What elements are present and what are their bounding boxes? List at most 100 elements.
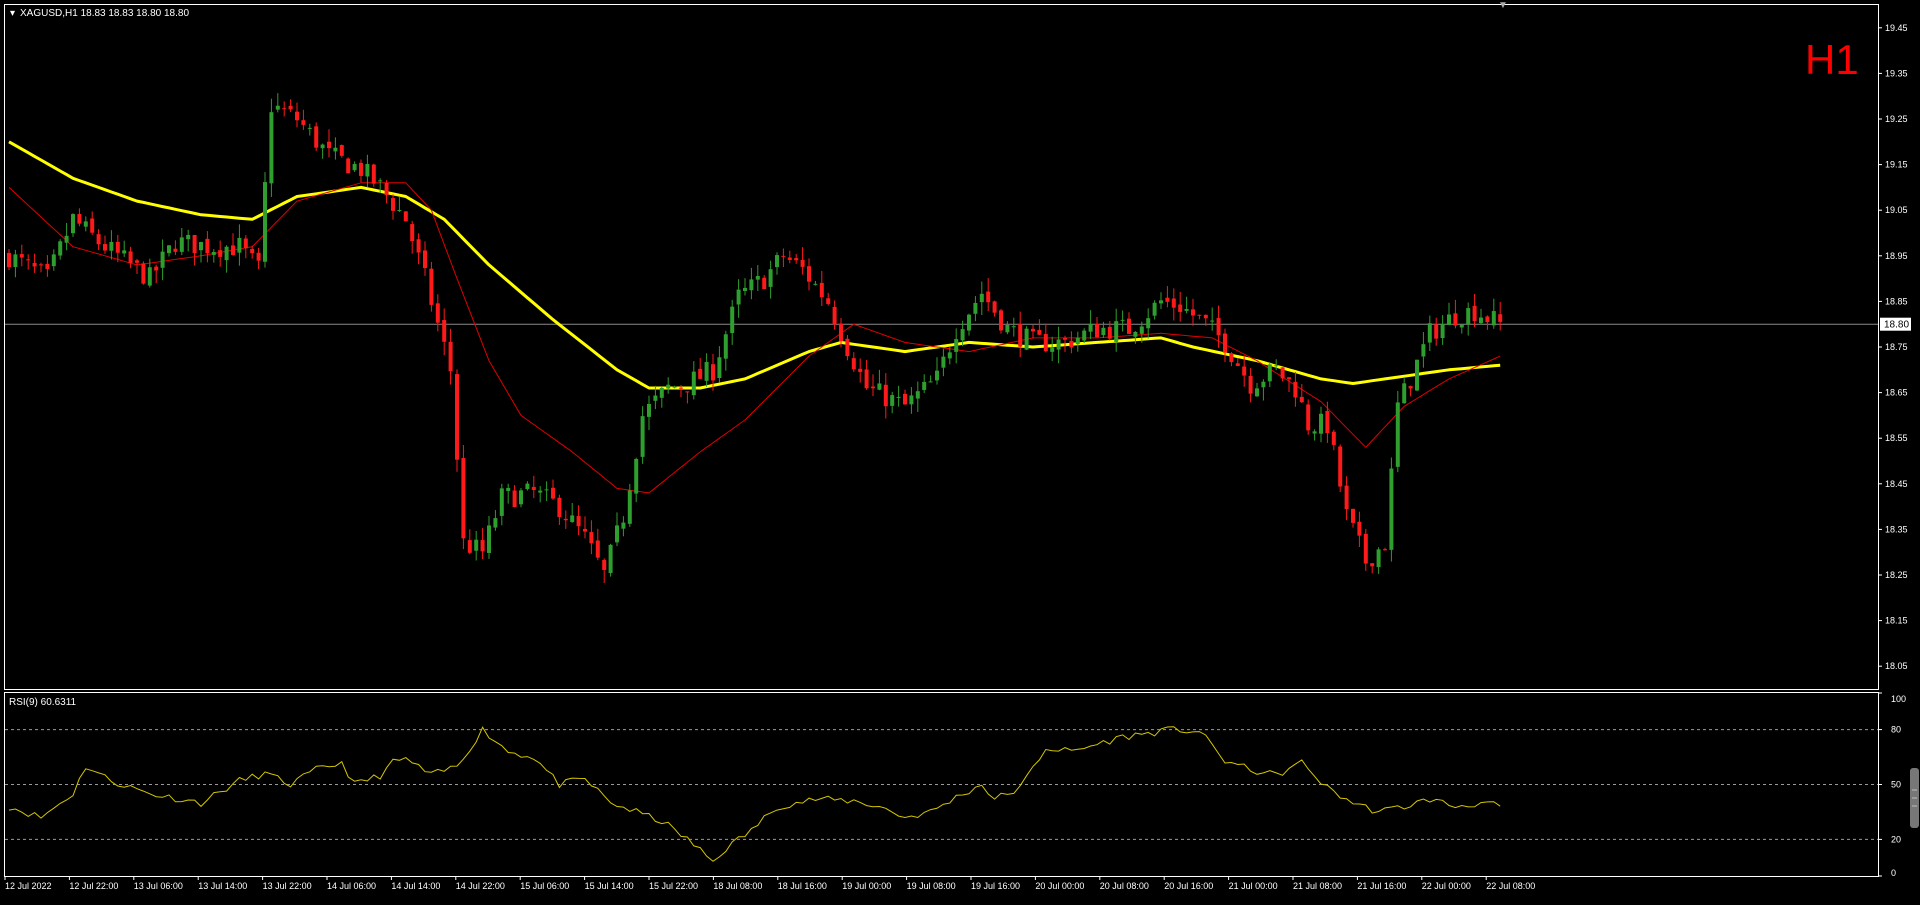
- candle-body: [1120, 319, 1125, 321]
- candle-body: [1440, 323, 1445, 338]
- time-tick-label: 22 Jul 08:00: [1486, 881, 1535, 891]
- candle-body: [1127, 318, 1131, 334]
- candle-body: [1165, 297, 1170, 302]
- candle-body: [608, 544, 613, 574]
- candle-body: [410, 224, 415, 242]
- candle-body: [1203, 314, 1208, 319]
- candle-body: [167, 245, 171, 254]
- candle-body: [813, 283, 818, 285]
- candle-body: [141, 263, 146, 284]
- candle-body: [1223, 333, 1227, 353]
- collapse-arrow-icon[interactable]: ▾: [10, 8, 15, 19]
- candle-body: [1159, 300, 1163, 304]
- candle-body: [45, 263, 50, 269]
- candle-body: [1255, 388, 1259, 397]
- candle-body: [1306, 404, 1311, 431]
- candle-body: [1152, 302, 1157, 316]
- candle-body: [403, 211, 408, 222]
- candle-body: [551, 487, 555, 499]
- candle-body: [218, 250, 223, 257]
- candle-body: [1088, 323, 1093, 332]
- candle-body: [1114, 321, 1119, 342]
- candle-body: [992, 301, 997, 313]
- rsi-tick-label: 20: [1891, 834, 1901, 844]
- candle-body: [160, 251, 165, 268]
- candle-body: [736, 289, 741, 305]
- candle-body: [109, 241, 114, 251]
- candle-body: [570, 515, 575, 523]
- candle-body: [1344, 485, 1349, 510]
- candle-body: [1261, 381, 1266, 388]
- candle-body: [1338, 446, 1343, 487]
- candle-body: [1216, 318, 1221, 336]
- candle-body: [871, 386, 875, 389]
- candle-body: [275, 105, 280, 110]
- candle-body: [1242, 366, 1247, 376]
- candle-body: [1191, 309, 1195, 316]
- candle-body: [1376, 549, 1381, 568]
- candle-body: [1210, 320, 1215, 322]
- candle-body: [173, 248, 178, 252]
- scrollbar-handle[interactable]: [1910, 768, 1919, 828]
- candle-body: [1402, 383, 1407, 404]
- candle-body: [666, 384, 671, 389]
- candle-body: [1139, 326, 1144, 334]
- price-tick-label: 18.15: [1885, 616, 1908, 626]
- candle-body: [1069, 340, 1074, 348]
- symbol-info-label: XAGUSD,H1 18.83 18.83 18.80 18.80: [20, 8, 189, 19]
- candle-body: [1491, 311, 1496, 326]
- candle-body: [960, 329, 965, 341]
- candle-body: [755, 275, 760, 280]
- candle-body: [1312, 431, 1317, 434]
- candle-body: [941, 356, 946, 368]
- candle-body: [448, 341, 453, 372]
- candle-body: [749, 279, 754, 291]
- candle-body: [1235, 363, 1240, 366]
- candle-body: [711, 364, 715, 381]
- candle-body: [1498, 314, 1503, 322]
- candle-body: [743, 287, 747, 292]
- candle-body: [135, 260, 139, 263]
- shift-marker-icon[interactable]: ▼: [1498, 0, 1508, 11]
- candle-body: [506, 487, 511, 492]
- candle-body: [768, 269, 773, 287]
- candle-body: [935, 370, 939, 381]
- candle-body: [909, 395, 914, 405]
- candle-body: [525, 483, 530, 489]
- candle-body: [1082, 330, 1087, 341]
- candle-body: [704, 361, 709, 381]
- timeframe-label: H1: [1805, 36, 1859, 83]
- candle-body: [691, 371, 696, 396]
- candle-body: [807, 266, 811, 282]
- candle-body: [1274, 365, 1279, 367]
- rsi-tick-label: 100: [1891, 694, 1906, 704]
- price-tick-label: 18.25: [1885, 570, 1908, 580]
- candle-body: [781, 255, 786, 257]
- candle-body: [1427, 323, 1432, 343]
- candle-body: [186, 234, 191, 240]
- candle-body: [576, 516, 581, 527]
- time-tick-label: 15 Jul 22:00: [649, 881, 698, 891]
- candle-body: [154, 266, 159, 271]
- chart-window[interactable]: 19.45 19.35 19.25 19.15 19.05 18.95 18.85 18.75…: [0, 0, 1920, 900]
- candle-body: [288, 105, 293, 110]
- candle-body: [307, 127, 312, 129]
- time-tick-label: 20 Jul 16:00: [1164, 881, 1213, 891]
- candle-body: [1133, 331, 1138, 337]
- candle-body: [71, 214, 75, 234]
- candle-body: [192, 235, 197, 254]
- candle-body: [1031, 328, 1035, 332]
- candle-body: [519, 490, 523, 505]
- candle-body: [64, 235, 69, 243]
- price-tick-label: 18.35: [1885, 524, 1908, 534]
- candle-body: [442, 320, 447, 342]
- candle-body: [211, 252, 216, 255]
- candle-body: [499, 488, 504, 516]
- candle-body: [589, 532, 594, 544]
- candle-body: [352, 164, 357, 171]
- time-tick-label: 21 Jul 16:00: [1357, 881, 1406, 891]
- chart-canvas[interactable]: 19.45 19.35 19.25 19.15 19.05 18.95 18.85 18.75…: [0, 0, 1920, 900]
- candle-body: [1101, 327, 1106, 336]
- candle-body: [461, 458, 466, 539]
- price-tick-label: 18.55: [1885, 433, 1908, 443]
